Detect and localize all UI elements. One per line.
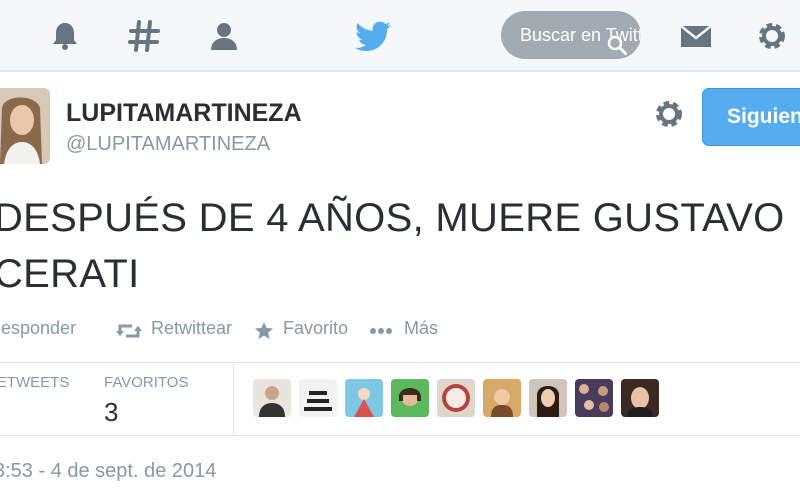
favorites-stat-label[interactable]: FAVORITOS [104,374,188,391]
hashtag-icon[interactable] [126,18,162,54]
favoriter-avatar[interactable] [345,379,383,417]
bell-icon[interactable] [47,18,83,54]
follow-button-label: Siguiendo [727,105,800,128]
divider [0,362,800,363]
user-actions-gear-icon[interactable] [651,96,687,132]
favoriter-avatar[interactable] [299,379,337,417]
favoriter-avatar[interactable] [253,379,291,417]
tweet-text: DESPUÉS DE 4 AÑOS, MUERE GUSTAVO CERATI [0,190,800,302]
envelope-icon[interactable] [678,18,714,54]
tweet-timestamp[interactable]: 3:53 - 4 de sept. de 2014 [0,460,216,483]
divider [0,435,800,436]
retweets-stat-label[interactable]: RETWEETS [0,374,69,391]
profile-handle[interactable]: @LUPITAMARTINEZA [66,133,270,156]
divider [233,362,234,435]
follow-button[interactable]: Siguiendo [702,88,800,146]
twitter-bird-icon[interactable] [354,17,391,53]
search-input[interactable]: Buscar en Twitter [501,11,641,59]
favoriter-avatar[interactable] [621,379,659,417]
favoriter-avatar[interactable] [391,379,429,417]
gear-icon[interactable] [754,18,790,54]
search-icon[interactable] [607,25,627,55]
reply-label: Responder [0,318,77,338]
favorites-count[interactable]: 3 [104,397,118,428]
favoriter-avatar[interactable] [437,379,475,417]
favorite-label: Favorito [283,318,349,338]
retweet-icon [116,324,142,338]
more-label: Más [404,318,439,338]
profile-name[interactable]: LUPITAMARTINEZA [66,99,302,128]
top-navigation-bar: Buscar en Twitter [0,0,800,72]
avatar[interactable] [0,88,50,164]
favoriter-avatar[interactable] [483,379,521,417]
tweet-text-line: DESPUÉS DE 4 AÑOS, MUERE GUSTAVO [0,196,785,240]
favoriter-avatar[interactable] [575,379,613,417]
retweet-label: Retwittear [151,318,233,338]
star-icon [255,322,273,339]
tweet-text-line: CERATI [0,252,140,296]
person-icon[interactable] [206,18,242,54]
favoriter-avatar[interactable] [529,379,567,417]
more-dots-icon [370,328,392,334]
